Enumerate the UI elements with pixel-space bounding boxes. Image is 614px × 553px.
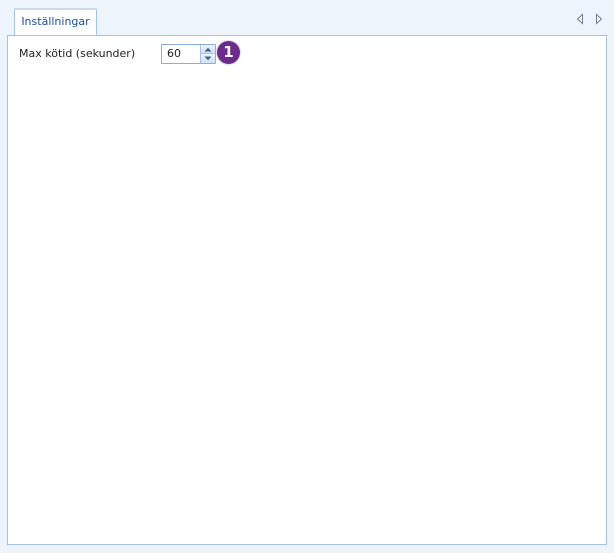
arrow-up-icon xyxy=(201,47,215,52)
spinner-buttons xyxy=(200,45,215,63)
tab-installningar[interactable]: Inställningar xyxy=(14,8,97,35)
callout-number-badge: 1 xyxy=(217,41,240,64)
max-queue-time-input[interactable] xyxy=(162,45,198,63)
max-queue-time-label: Max kötid (sekunder) xyxy=(19,47,136,60)
triangle-left-icon xyxy=(574,12,586,26)
tab-strip: Inställningar xyxy=(0,0,614,36)
spinner-down-button[interactable] xyxy=(201,54,215,63)
max-queue-time-spinner xyxy=(161,44,216,64)
settings-panel: Max kötid (sekunder) 1 xyxy=(7,35,607,545)
tab-scroll-left-button[interactable] xyxy=(574,12,586,26)
triangle-right-icon xyxy=(593,12,605,26)
arrow-down-icon xyxy=(201,56,215,61)
tab-scroll-right-button[interactable] xyxy=(593,12,605,26)
spinner-up-button[interactable] xyxy=(201,45,215,54)
